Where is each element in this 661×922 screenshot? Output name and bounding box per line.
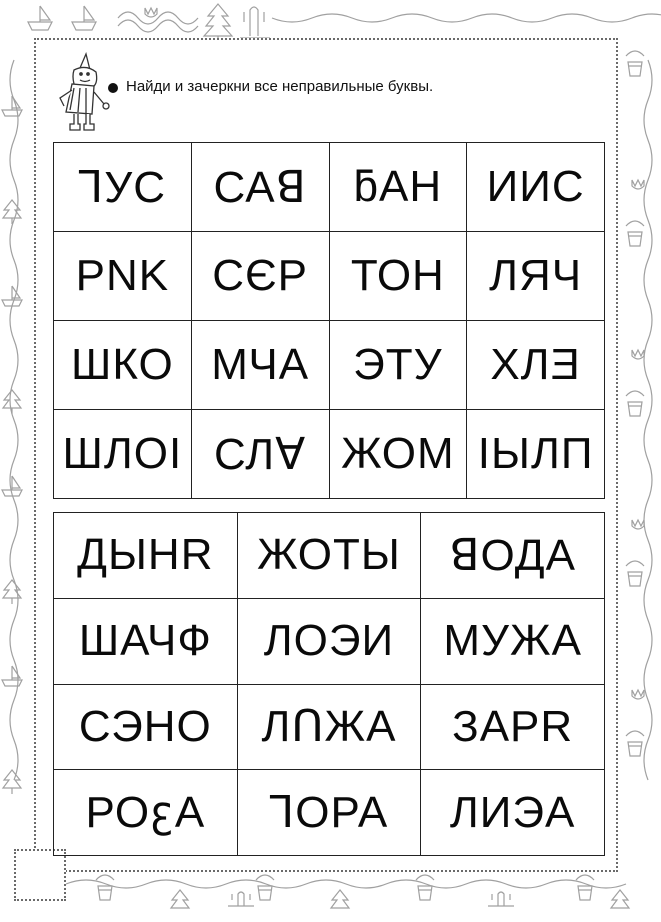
word-cell[interactable]: ШКО (53, 320, 192, 410)
tree-icon (202, 3, 234, 42)
word-cell[interactable]: СЭНО (53, 683, 238, 771)
vine-icon (643, 59, 653, 781)
word-cell[interactable]: ƃАН (328, 142, 468, 232)
word-cell[interactable]: ЭТУ (328, 320, 468, 410)
word-cell[interactable]: ЛОЭИ (236, 597, 422, 685)
word-cell[interactable]: ЗАPR (420, 683, 605, 771)
word-cell[interactable]: IЫЛП (466, 409, 605, 499)
word-cell[interactable]: МЧА (190, 320, 330, 410)
grid-row: ДЫНR ЖОТЫ ꓭОДА (53, 512, 605, 599)
grid-row: ШКО МЧА ЭТУ ХЛƎ (53, 320, 605, 410)
cactus-icon (240, 6, 270, 39)
vine-icon (65, 879, 627, 889)
grid-row: ШЛОI СЛꓯ ЖОМ IЫЛП (53, 409, 605, 499)
word-cell[interactable]: РОꜫА (53, 769, 238, 856)
word-cell[interactable]: ТОН (328, 231, 468, 321)
word-grid-bottom: ДЫНR ЖОТЫ ꓭОДА ШАЧФ ЛОЭИ МУЖА СЭНО ЛꓵЖА … (53, 512, 605, 856)
grid-row: ꓶУС САꓭ ƃАН ИИС (53, 142, 605, 232)
word-cell[interactable]: ЛꓵЖА (236, 683, 422, 771)
grid-row: ШАЧФ ЛОЭИ МУЖА (53, 597, 605, 685)
instruction-text: Найди и зачеркни все неправильные буквы. (126, 78, 434, 95)
word-cell[interactable]: ꓶОРА (236, 769, 422, 856)
page-corner-tab (14, 849, 66, 901)
tulip-icon (631, 178, 645, 700)
grid-row: РОꜫА ꓶОРА ЛИЭА (53, 769, 605, 856)
word-cell[interactable]: СЛꓯ (190, 409, 330, 499)
word-cell[interactable]: ШАЧФ (53, 597, 238, 685)
word-cell[interactable]: PNK (53, 231, 192, 321)
bullet-icon (108, 83, 118, 93)
wave-icon (117, 11, 199, 33)
word-cell[interactable]: МУЖА (420, 597, 605, 685)
word-cell[interactable]: ЖОТЫ (236, 512, 422, 599)
word-cell[interactable]: СЄР (190, 231, 330, 321)
word-cell[interactable]: ЖОМ (328, 409, 468, 499)
word-cell[interactable]: ИИС (466, 142, 605, 232)
word-cell[interactable]: ХЛƎ (466, 320, 605, 410)
sailboat-icon (27, 5, 97, 31)
flower-vase-icon (625, 50, 645, 757)
pencil-character-icon (59, 52, 110, 131)
word-cell[interactable]: ꓭОДА (420, 512, 605, 599)
vine-icon (9, 59, 19, 781)
word-grid-top: ꓶУС САꓭ ƃАН ИИС PNK СЄР ТОН ЛЯЧ ШКО МЧА … (53, 142, 605, 499)
vine-icon (271, 13, 661, 23)
word-cell[interactable]: ꓶУС (53, 142, 192, 232)
grid-row: PNK СЄР ТОН ЛЯЧ (53, 231, 605, 321)
word-cell[interactable]: ЛЯЧ (466, 231, 605, 321)
tulip-icon (144, 6, 158, 18)
word-cell[interactable]: САꓭ (190, 142, 330, 232)
word-cell[interactable]: ШЛОI (53, 409, 192, 499)
word-cell[interactable]: ДЫНR (53, 512, 238, 599)
grid-row: СЭНО ЛꓵЖА ЗАPR (53, 683, 605, 771)
word-cell[interactable]: ЛИЭА (420, 769, 605, 856)
